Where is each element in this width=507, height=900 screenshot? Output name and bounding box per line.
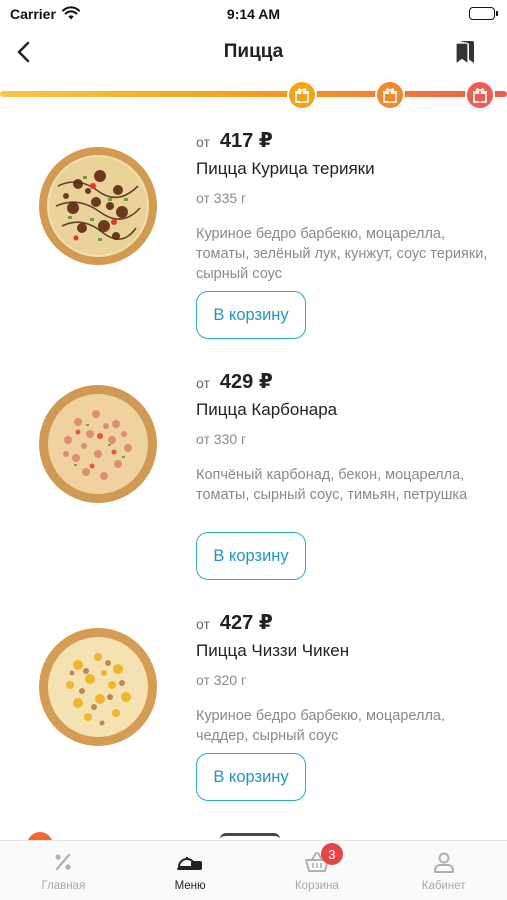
product-ingredients: Куриное бедро барбекю, моцарелла, чеддер… (196, 708, 446, 744)
status-bar: Carrier 9:14 AM (0, 0, 507, 28)
product-weight: от 335 г (196, 190, 247, 206)
product-name[interactable]: Пицца Карбонара (196, 400, 337, 420)
product-card[interactable]: от 427 ₽ Пицца Чиззи Чикен от 320 г Кури… (0, 610, 507, 840)
tab-menu[interactable]: Меню (127, 841, 254, 900)
tab-label: Кабинет (421, 880, 466, 892)
product-weight: от 330 г (196, 431, 247, 447)
cart-count-badge: 3 (320, 843, 343, 865)
pizza-teriyaki-image (39, 147, 157, 265)
product-weight: от 320 г (196, 672, 247, 688)
percent-icon (49, 849, 77, 875)
tab-bar: Главная Меню 3 Корзина Кабинет (0, 840, 507, 900)
pizza-cheesy-chicken-image (39, 628, 157, 746)
progress-track (0, 91, 507, 97)
tab-label: Главная (41, 880, 86, 892)
gift-icon[interactable] (287, 80, 317, 110)
navigation-bar: Пицца (0, 30, 507, 74)
product-card[interactable]: от 417 ₽ Пицца Курица терияки от 335 г К… (0, 128, 507, 358)
page-title: Пицца (223, 41, 284, 62)
battery-icon (469, 7, 498, 20)
bookmark-button[interactable] (451, 38, 479, 66)
price-prefix: от (196, 616, 210, 632)
price-row: от 417 ₽ (196, 128, 273, 153)
bookmark-icon (455, 41, 474, 65)
price-prefix: от (196, 375, 210, 391)
gift-icon[interactable] (465, 80, 495, 110)
pizza-carbonara-image (39, 385, 157, 503)
price-value: 429 ₽ (219, 371, 273, 393)
user-icon (430, 849, 458, 875)
tab-cart[interactable]: 3 Корзина (254, 841, 381, 900)
basket-icon: 3 (303, 843, 343, 875)
price-value: 427 ₽ (219, 612, 273, 634)
menu-cloche-icon (176, 849, 204, 875)
gift-icon[interactable] (375, 80, 405, 110)
price-prefix: от (196, 134, 210, 150)
tab-home[interactable]: Главная (0, 841, 127, 900)
product-ingredients: Копчёный карбонад, бекон, моцарелла, том… (196, 467, 468, 503)
product-name[interactable]: Пицца Чиззи Чикен (196, 641, 349, 661)
product-ingredients: Куриное бедро барбекю, моцарелла, томаты… (196, 226, 488, 282)
add-to-cart-button[interactable]: В корзину (196, 291, 306, 339)
product-name[interactable]: Пицца Курица терияки (196, 159, 375, 179)
price-row: от 427 ₽ (196, 610, 273, 635)
add-to-cart-button[interactable]: В корзину (196, 753, 306, 801)
tab-label: Корзина (294, 880, 339, 892)
product-card[interactable]: от 429 ₽ Пицца Карбонара от 330 г Копчён… (0, 369, 507, 599)
tab-account[interactable]: Кабинет (380, 841, 507, 900)
tab-label: Меню (174, 880, 206, 892)
clock: 9:14 AM (226, 6, 281, 22)
gift-progress-bar (0, 80, 507, 110)
price-row: от 429 ₽ (196, 369, 273, 394)
add-to-cart-button[interactable]: В корзину (196, 532, 306, 580)
price-value: 417 ₽ (219, 130, 273, 152)
